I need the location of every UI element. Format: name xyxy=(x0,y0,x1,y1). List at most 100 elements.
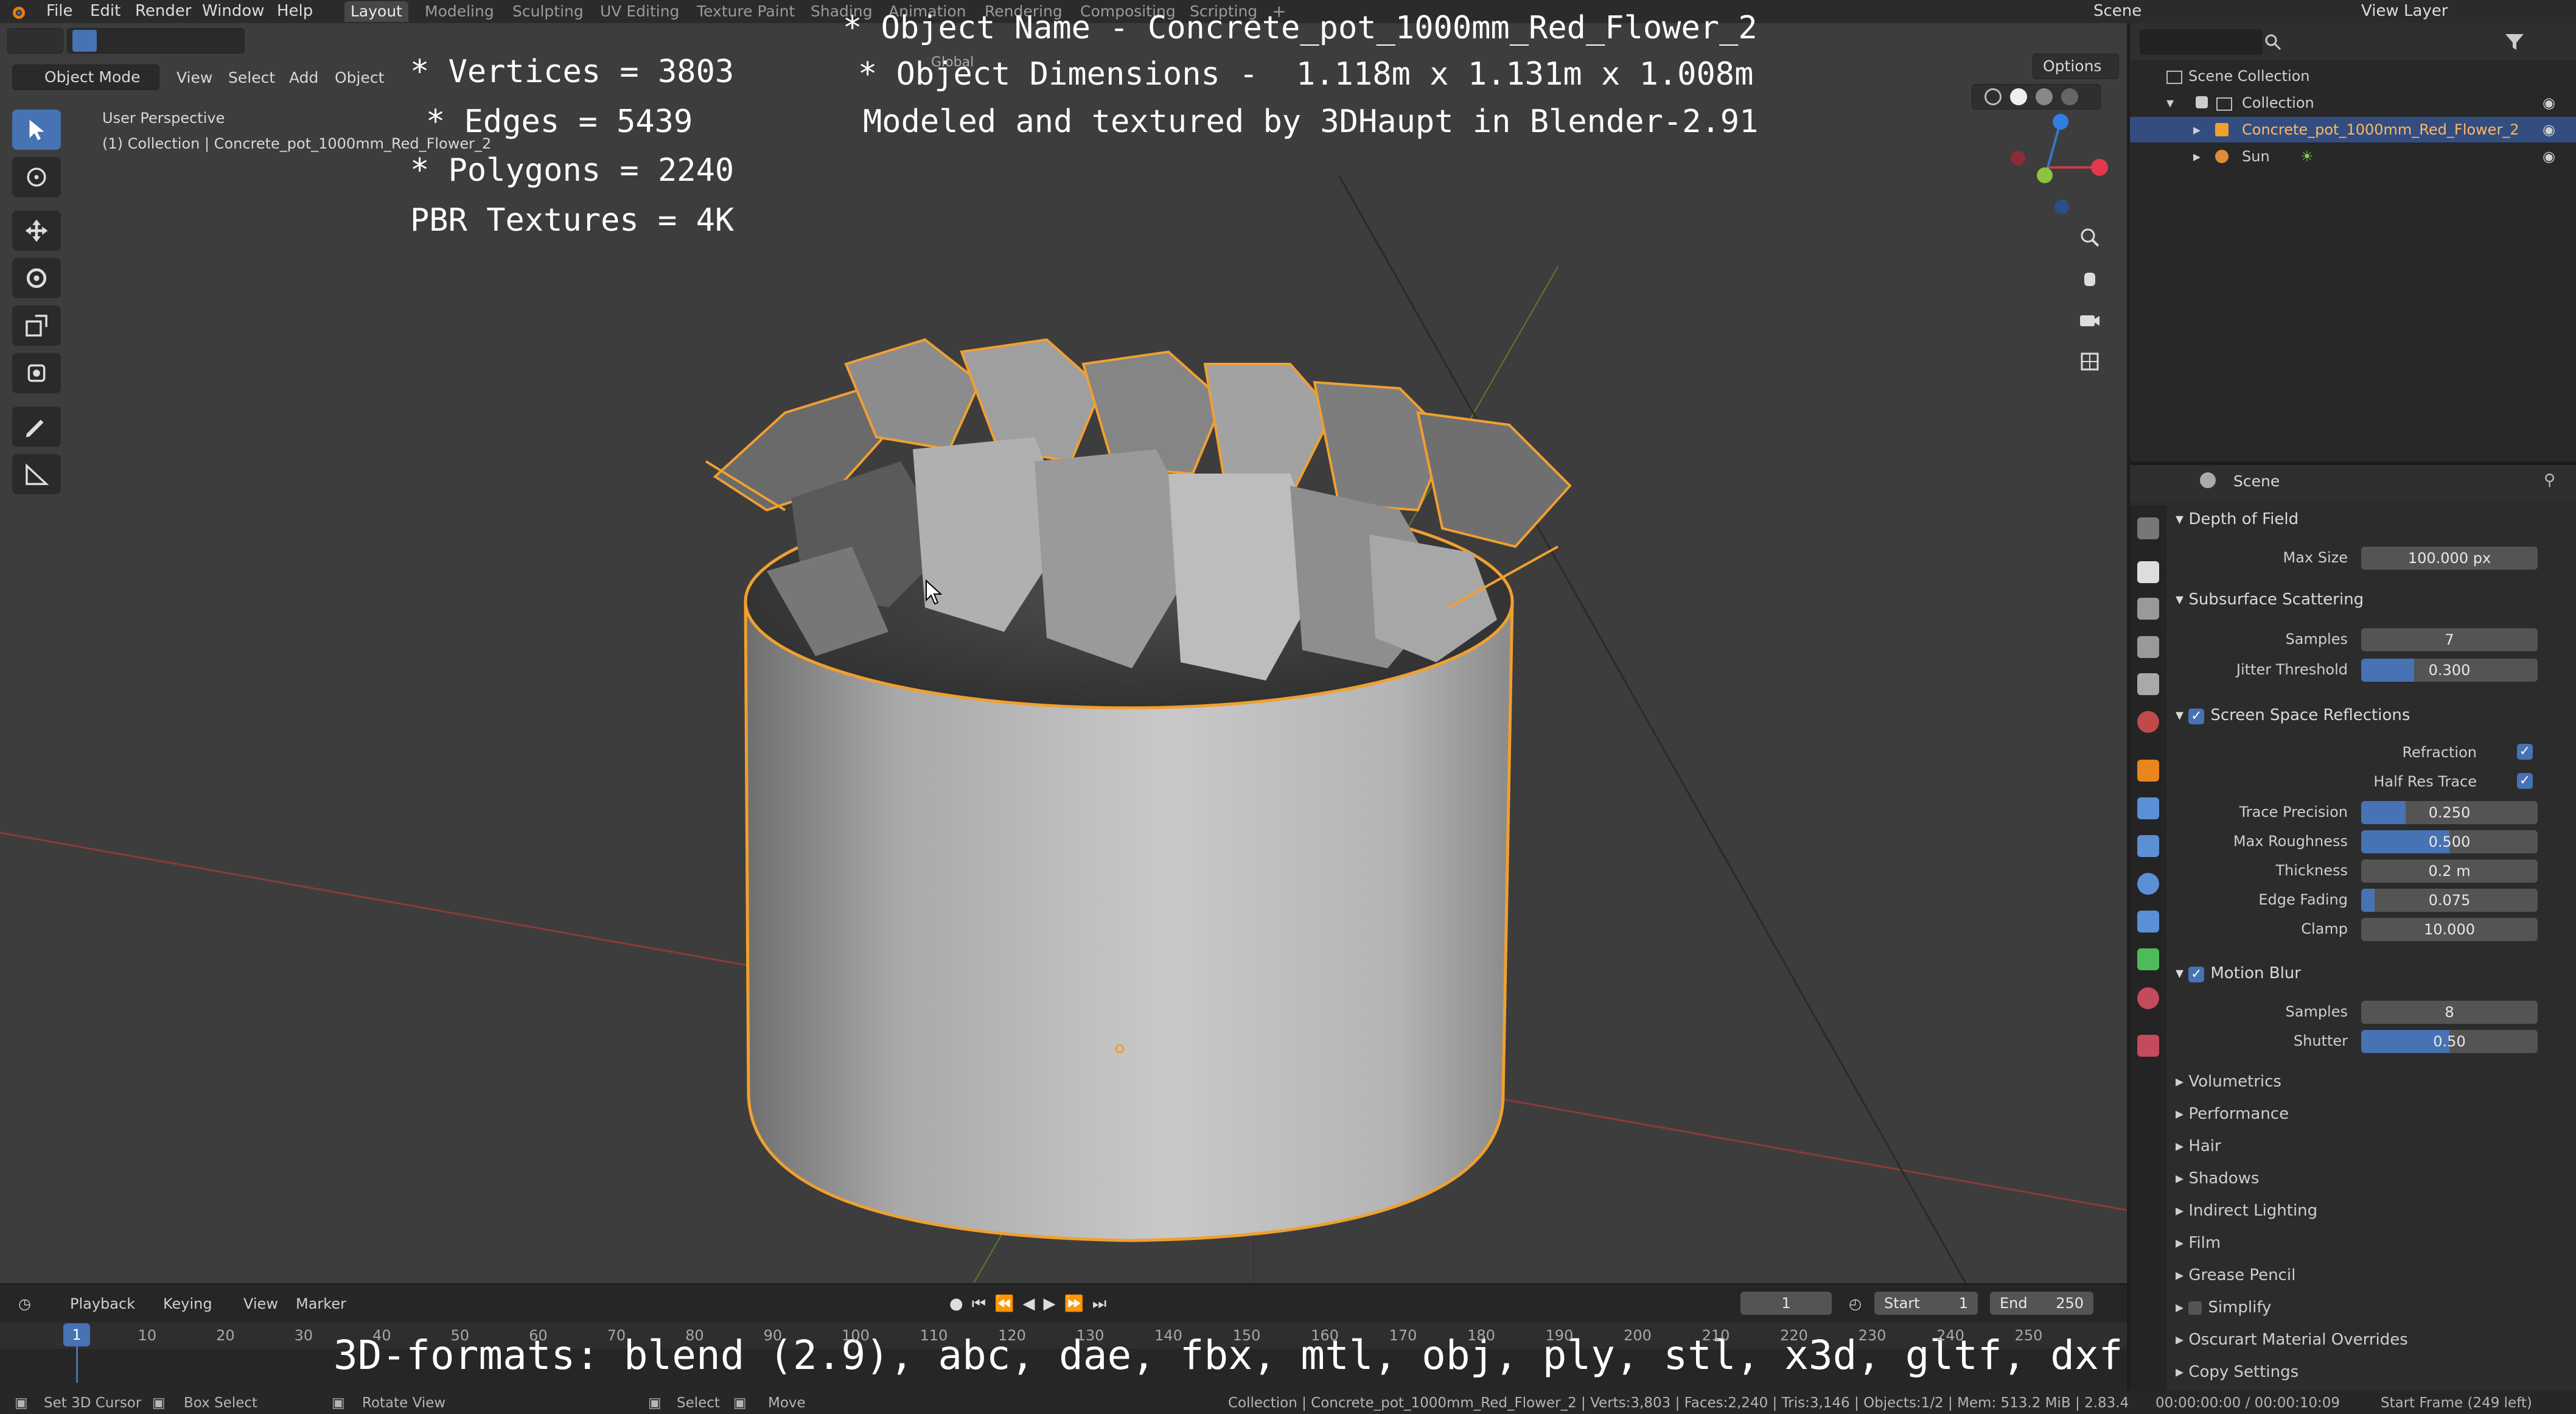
transform-tool-button[interactable] xyxy=(12,353,61,393)
menu-render[interactable]: Render xyxy=(135,2,192,20)
expand-arrow-icon[interactable]: ▸ xyxy=(2193,144,2201,169)
options-button[interactable]: Options xyxy=(2033,54,2119,79)
outliner-row-collection[interactable]: ▾ Collection ◉ xyxy=(2130,90,2576,116)
motion-blur-checkbox[interactable]: ✓ xyxy=(2188,967,2205,982)
menu-edit[interactable]: Edit xyxy=(90,2,120,20)
clamp-field[interactable]: 10.000 xyxy=(2361,918,2538,941)
tab-texture-paint[interactable]: Texture Paint xyxy=(691,1,801,22)
solid-shading-icon[interactable] xyxy=(2010,88,2027,105)
mesh-data-icon[interactable] xyxy=(2137,948,2159,970)
panel-screen-space-reflections[interactable]: ▾ ✓ Screen Space Reflections xyxy=(2176,706,2410,724)
viewport-menu-view[interactable]: View xyxy=(176,69,212,86)
play-icon[interactable]: ▶ xyxy=(1043,1295,1055,1313)
trace-precision-slider[interactable]: 0.250 xyxy=(2361,801,2538,824)
grid-view-icon[interactable] xyxy=(2072,343,2108,380)
tab-modeling[interactable]: Modeling xyxy=(419,1,500,22)
timeline-menu-marker[interactable]: Marker xyxy=(296,1295,346,1312)
mb-samples-field[interactable]: 8 xyxy=(2361,1001,2538,1024)
panel-indirect-lighting[interactable]: ▸ Indirect Lighting xyxy=(2176,1202,2317,1220)
panel-depth-of-field[interactable]: ▾ Depth of Field xyxy=(2176,510,2299,528)
shutter-slider[interactable]: 0.50 xyxy=(2361,1030,2538,1053)
particles-icon[interactable] xyxy=(2137,835,2159,857)
menu-file[interactable]: File xyxy=(46,2,73,20)
play-reverse-icon[interactable]: ◀ xyxy=(1022,1295,1035,1313)
record-icon[interactable]: ● xyxy=(949,1295,963,1313)
timeline-editor-icon[interactable]: ◷ xyxy=(18,1295,31,1312)
clock-icon[interactable]: ◴ xyxy=(1849,1295,1862,1312)
menu-help[interactable]: Help xyxy=(277,2,313,20)
timeline-menu-view[interactable]: View xyxy=(243,1295,278,1312)
timeline-menu-playback[interactable]: Playback xyxy=(70,1295,135,1312)
view-layer-selector[interactable]: View Layer xyxy=(2361,2,2448,20)
max-size-field[interactable]: 100.000 px xyxy=(2361,547,2538,570)
zoom-icon[interactable] xyxy=(2072,219,2108,256)
panel-subsurface-scattering[interactable]: ▾ Subsurface Scattering xyxy=(2176,590,2364,609)
scene-selector[interactable]: Scene xyxy=(2093,2,2141,20)
physics-icon[interactable] xyxy=(2137,873,2159,895)
object-properties-icon[interactable] xyxy=(2137,760,2159,782)
eye-icon[interactable]: ◉ xyxy=(2543,90,2555,116)
outliner-row-object[interactable]: ▸ Concrete_pot_1000mm_Red_Flower_2 ◉ xyxy=(2130,117,2576,142)
select-box-icon[interactable] xyxy=(72,30,97,52)
ssr-enable-checkbox[interactable]: ✓ xyxy=(2188,709,2205,724)
prev-key-icon[interactable]: ⏪ xyxy=(994,1295,1014,1313)
jitter-threshold-slider[interactable]: 0.300 xyxy=(2361,659,2538,682)
rotate-tool-button[interactable] xyxy=(12,258,61,298)
blender-logo-icon[interactable] xyxy=(9,3,27,20)
end-frame-field[interactable]: End 250 xyxy=(1990,1292,2093,1315)
3d-viewport[interactable] xyxy=(0,23,2127,1283)
edge-fading-slider[interactable]: 0.075 xyxy=(2361,889,2538,912)
viewport-menu-select[interactable]: Select xyxy=(228,69,275,86)
max-roughness-slider[interactable]: 0.500 xyxy=(2361,830,2538,853)
next-key-icon[interactable]: ⏩ xyxy=(1064,1295,1083,1313)
scale-tool-button[interactable] xyxy=(12,306,61,346)
constraints-icon[interactable] xyxy=(2137,911,2159,933)
rendered-shading-icon[interactable] xyxy=(2061,88,2078,105)
navigation-gizmo[interactable] xyxy=(2002,110,2112,219)
cursor-tool-button[interactable] xyxy=(12,157,61,197)
panel-volumetrics[interactable]: ▸ Volumetrics xyxy=(2176,1073,2281,1091)
tab-uv-editing[interactable]: UV Editing xyxy=(594,1,685,22)
output-properties-icon[interactable] xyxy=(2137,598,2159,620)
viewport-menu-object[interactable]: Object xyxy=(335,69,384,86)
outliner-row-sun[interactable]: ▸ Sun ☀ ◉ xyxy=(2130,144,2576,169)
expand-arrow-icon[interactable]: ▸ xyxy=(2193,117,2201,142)
wireframe-icon[interactable] xyxy=(1984,88,2002,105)
jump-end-icon[interactable]: ⏭ xyxy=(1092,1295,1106,1314)
camera-icon[interactable] xyxy=(2072,302,2108,338)
tool-properties-icon[interactable] xyxy=(2137,517,2159,539)
panel-shadows[interactable]: ▸ Shadows xyxy=(2176,1169,2259,1188)
jump-start-icon[interactable]: ⏮ xyxy=(972,1295,986,1314)
panel-simplify[interactable]: ▸ Simplify xyxy=(2176,1298,2271,1317)
panel-copy-settings[interactable]: ▸ Copy Settings xyxy=(2176,1363,2299,1381)
shading-modes[interactable] xyxy=(1972,84,2101,110)
pin-icon[interactable]: ⚲ xyxy=(2544,471,2555,489)
viewport-menu-add[interactable]: Add xyxy=(289,69,318,86)
pan-hand-icon[interactable] xyxy=(2072,261,2108,297)
move-tool-button[interactable] xyxy=(12,211,61,251)
start-frame-field[interactable]: Start 1 xyxy=(1874,1292,1978,1315)
playhead-frame-marker[interactable]: 1 xyxy=(63,1323,90,1346)
outliner-row-scene-collection[interactable]: Scene Collection xyxy=(2130,63,2576,89)
panel-oscurart-overrides[interactable]: ▸ Oscurart Material Overrides xyxy=(2176,1331,2408,1349)
material-preview-icon[interactable] xyxy=(2036,88,2053,105)
expand-arrow-icon[interactable]: ▾ xyxy=(2166,90,2174,116)
select-tool-button[interactable] xyxy=(12,110,61,150)
tab-layout[interactable]: Layout xyxy=(344,1,408,22)
half-res-trace-checkbox[interactable]: ✓ xyxy=(2517,773,2533,789)
simplify-checkbox[interactable] xyxy=(2188,1301,2202,1315)
mode-selector[interactable]: Object Mode xyxy=(12,65,159,90)
measure-tool-button[interactable] xyxy=(12,454,61,494)
filter-icon[interactable] xyxy=(2504,33,2525,51)
panel-film[interactable]: ▸ Film xyxy=(2176,1234,2221,1252)
thickness-field[interactable]: 0.2 m xyxy=(2361,859,2538,883)
scene-properties-icon[interactable] xyxy=(2137,673,2159,695)
select-mode-group[interactable] xyxy=(67,28,245,54)
current-frame-field[interactable]: 1 xyxy=(1740,1292,1832,1315)
render-properties-icon[interactable] xyxy=(2137,561,2159,583)
tab-sculpting[interactable]: Sculpting xyxy=(506,1,590,22)
modifier-wrench-icon[interactable] xyxy=(2137,797,2159,819)
menu-window[interactable]: Window xyxy=(202,2,265,20)
annotate-tool-button[interactable] xyxy=(12,407,61,447)
eye-icon[interactable]: ◉ xyxy=(2543,144,2555,169)
